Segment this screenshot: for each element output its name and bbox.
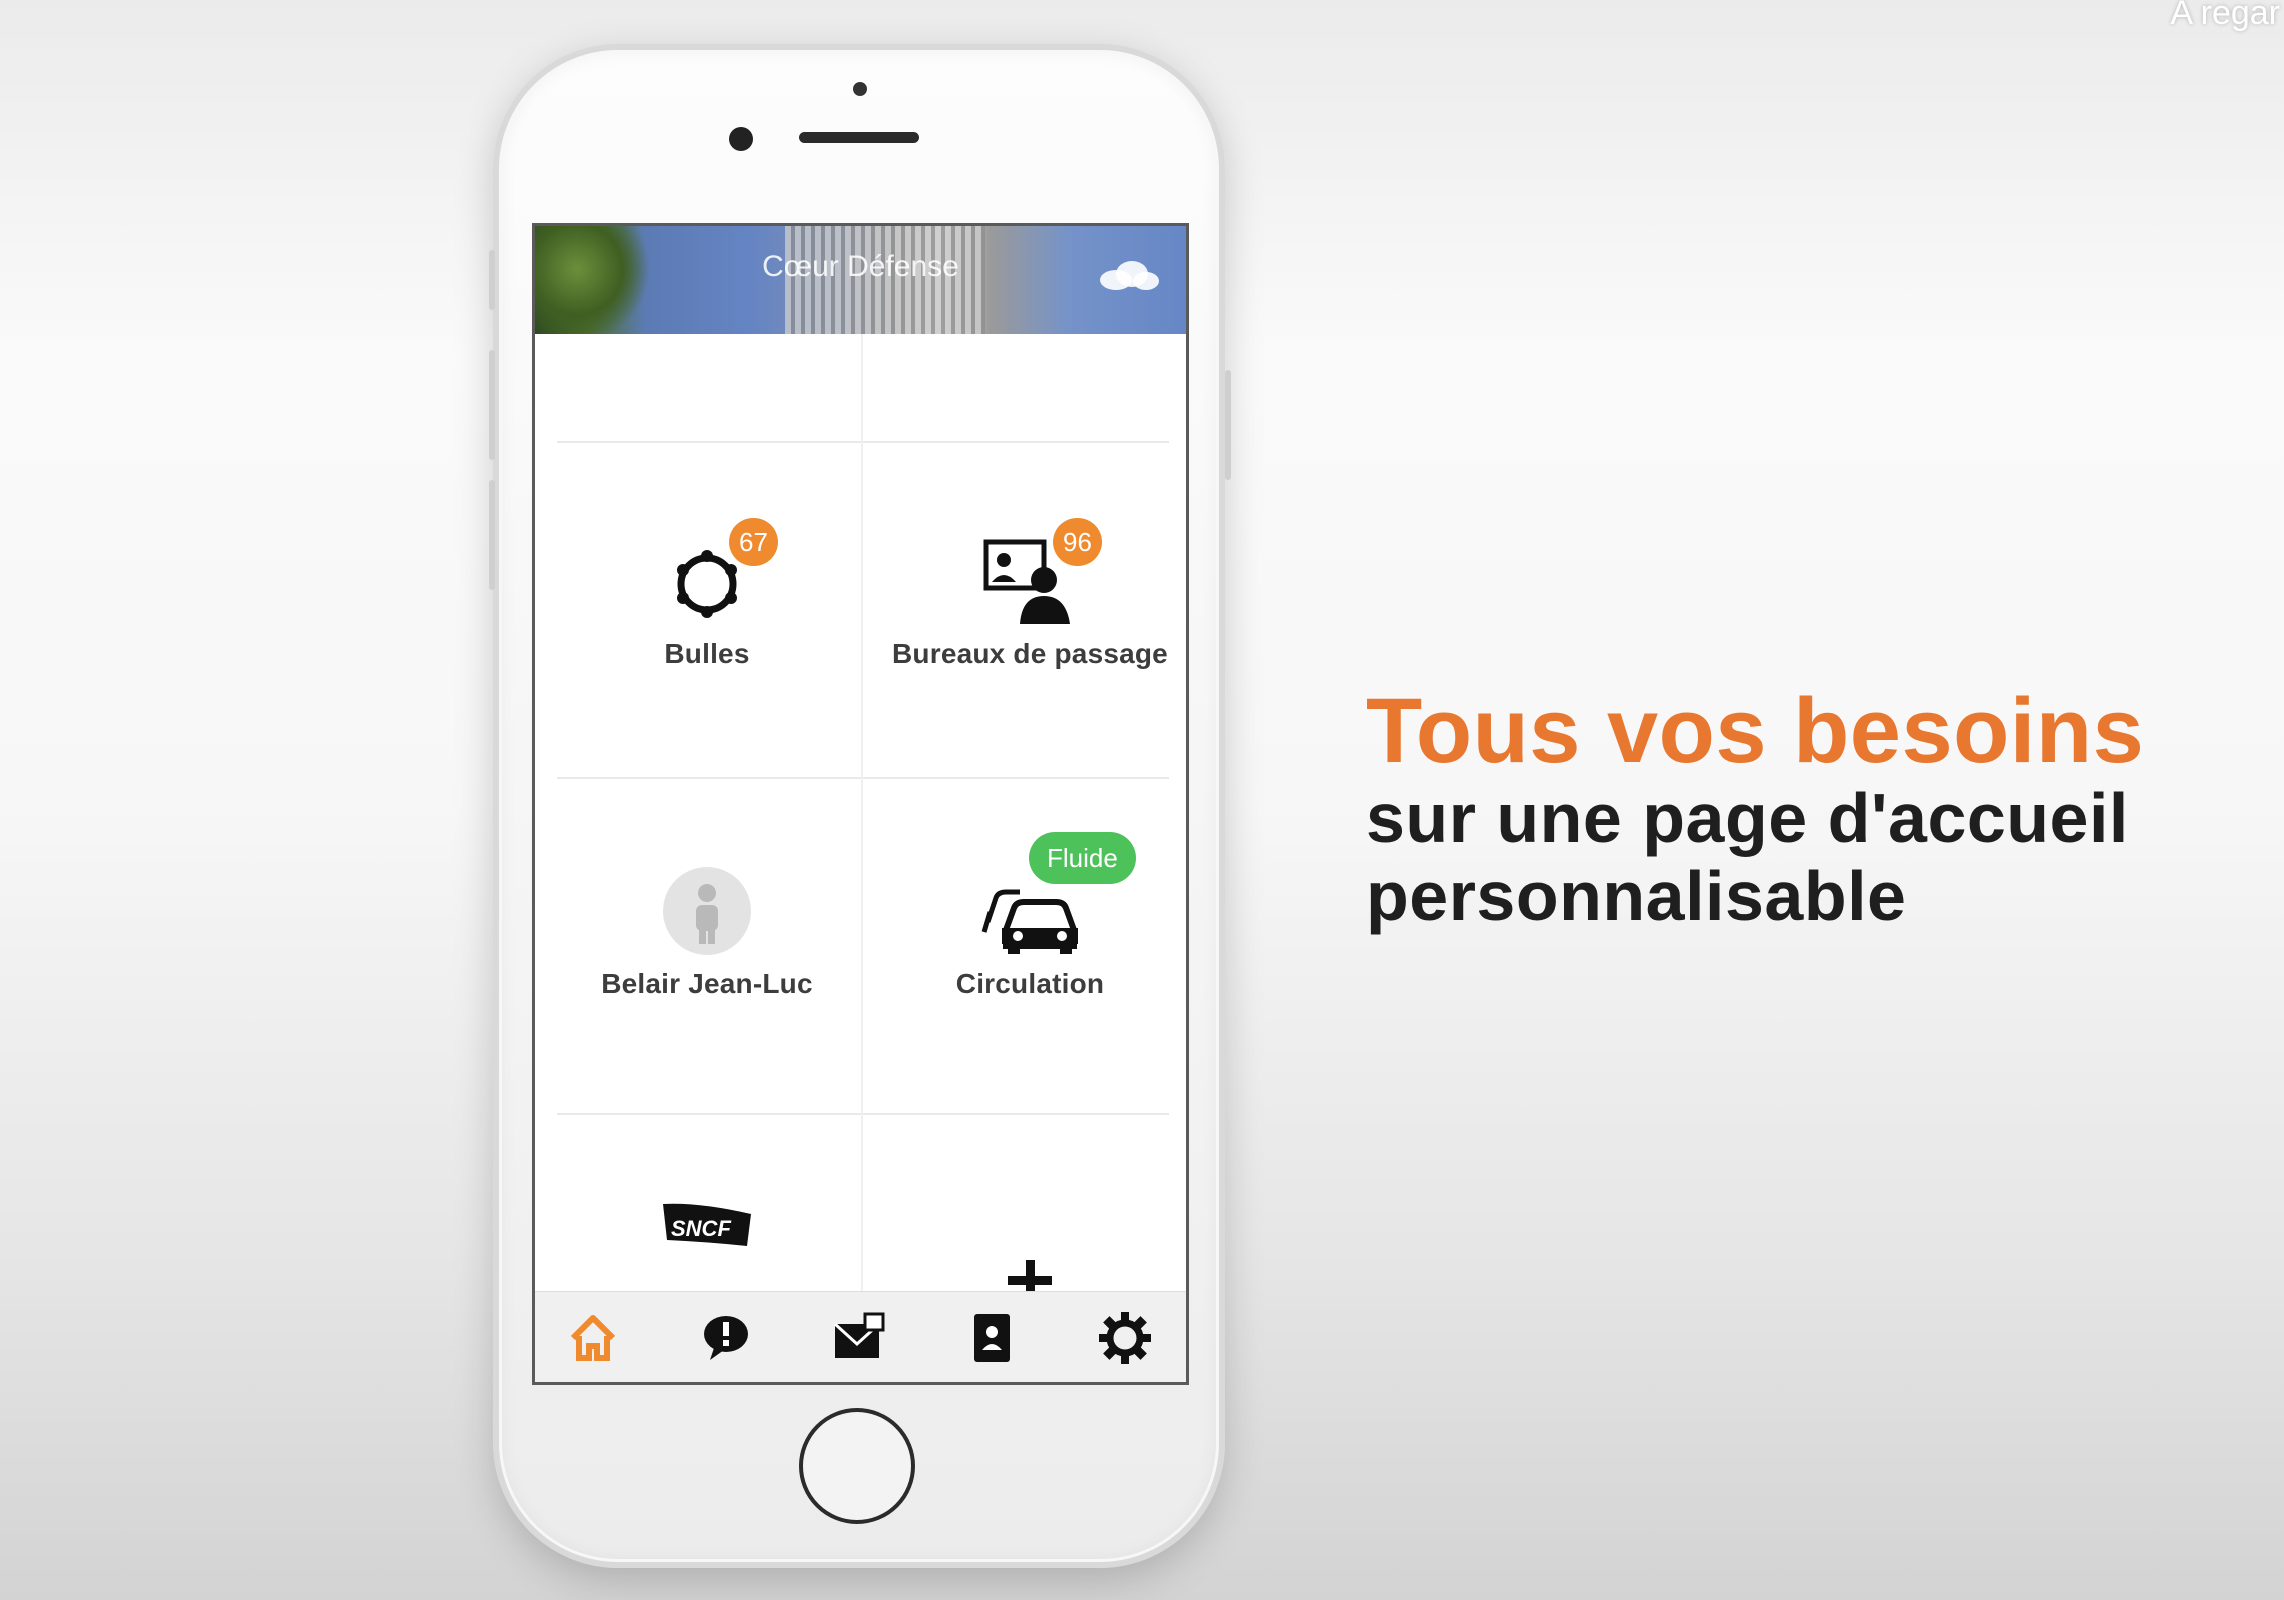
sncf-logo-icon: SNCF xyxy=(663,1203,751,1246)
cloud-icon xyxy=(1100,261,1159,290)
tile-belair-jean-luc[interactable]: Belair Jean-Luc xyxy=(547,826,867,1026)
volume-up-button xyxy=(489,350,495,460)
earpiece-speaker xyxy=(799,132,919,143)
tab-bar xyxy=(535,1291,1186,1382)
tile-circulation[interactable]: Fluide Circulation xyxy=(875,826,1185,1026)
promo-subline-1: sur une page d'accueil xyxy=(1366,779,2129,857)
video-overlay-text: A regar xyxy=(2170,0,2280,32)
traffic-status-badge: Fluide xyxy=(1029,832,1136,884)
notification-badge: 67 xyxy=(729,518,778,566)
contact-book-icon[interactable] xyxy=(964,1310,1020,1366)
grid-divider xyxy=(557,777,1169,779)
promo-subline-2: personnalisable xyxy=(1366,857,1907,935)
promo-heading: Tous vos besoins xyxy=(1366,680,2145,782)
power-button xyxy=(1225,370,1231,480)
proximity-sensor xyxy=(853,82,867,96)
settings-gear-icon[interactable] xyxy=(1097,1310,1153,1366)
alert-bubble-icon[interactable] xyxy=(698,1310,754,1366)
tile-bureaux-de-passage[interactable]: 96 Bureaux de passage xyxy=(875,496,1185,696)
front-camera xyxy=(729,127,753,151)
home-icon[interactable] xyxy=(565,1310,621,1366)
add-tile-button[interactable] xyxy=(875,1156,1185,1302)
promo-text-block: Tous vos besoins sur une page d'accueil … xyxy=(1366,683,2144,935)
tile-label: Bulles xyxy=(664,638,750,669)
svg-text:SNCF: SNCF xyxy=(671,1216,731,1241)
mail-photo-icon[interactable] xyxy=(831,1310,887,1366)
tile-label: Circulation xyxy=(955,968,1105,999)
notification-badge: 96 xyxy=(1053,518,1102,566)
tile-label: Bureaux de passage xyxy=(892,638,1168,669)
location-banner[interactable]: Cœur Défense xyxy=(535,226,1186,334)
location-title: Cœur Défense xyxy=(762,250,959,283)
tile-label: Belair Jean-Luc xyxy=(601,968,813,999)
volume-down-button xyxy=(489,480,495,590)
mute-switch xyxy=(489,250,495,310)
phone-screen: Cœur Défense 67 Bulles 96 Bureaux de pas… xyxy=(532,223,1189,1385)
grid-divider xyxy=(557,441,1169,443)
traffic-cars-icon xyxy=(981,889,1078,954)
tile-bulles[interactable]: 67 Bulles xyxy=(547,496,867,696)
user-avatar-icon xyxy=(663,867,751,955)
tile-sncf[interactable]: SNCF xyxy=(547,1156,867,1296)
grid-divider xyxy=(557,1113,1169,1115)
home-button[interactable] xyxy=(799,1408,915,1524)
